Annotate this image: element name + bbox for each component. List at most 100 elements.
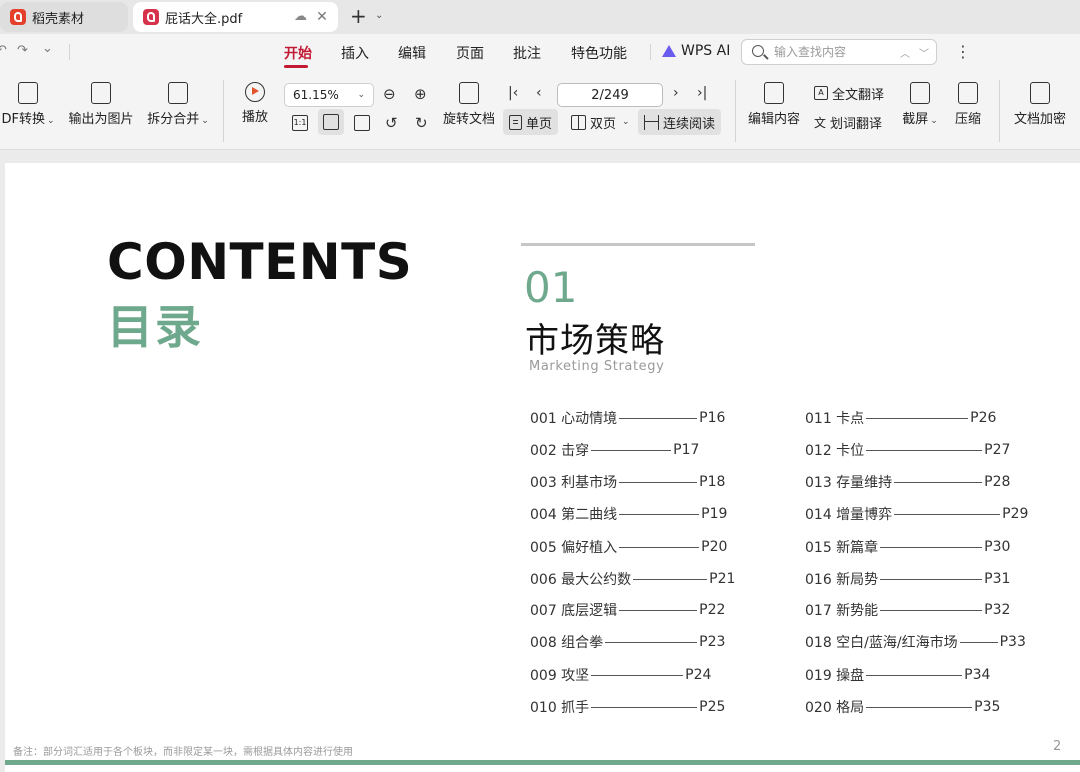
section-english-title: Marketing Strategy bbox=[529, 359, 665, 374]
toc-row[interactable]: 019 操盘 P34 bbox=[805, 665, 990, 685]
toc-row[interactable]: 017 新势能 P32 bbox=[805, 600, 1010, 620]
edit-content-button[interactable]: 编辑内容 bbox=[744, 82, 804, 127]
search-box[interactable]: ︿ ﹀ bbox=[741, 39, 937, 65]
continuous-reading-button[interactable]: 连续阅读 bbox=[638, 109, 722, 135]
toc-row[interactable]: 008 组合拳 P23 bbox=[530, 632, 725, 652]
toc-row[interactable]: 010 抓手 P25 bbox=[530, 697, 725, 717]
toc-row[interactable]: 001 心动情境 P16 bbox=[530, 408, 725, 428]
rotate-document-icon bbox=[459, 82, 479, 104]
quick-access-caret-icon[interactable]: ⌄ bbox=[42, 41, 53, 56]
toc-leader-line bbox=[880, 546, 983, 548]
toc-row[interactable]: 011 卡点 P26 bbox=[805, 408, 996, 428]
screenshot-button[interactable]: 截屏 ⌄ bbox=[899, 82, 941, 127]
toc-entry-label: 018 空白/蓝海/红海市场 bbox=[805, 635, 958, 651]
rotate-left-icon[interactable]: ↺ bbox=[385, 114, 398, 132]
fit-width-icon[interactable] bbox=[354, 115, 370, 131]
compress-button[interactable]: 压缩 bbox=[950, 82, 986, 127]
toc-page-ref: P19 bbox=[701, 506, 728, 522]
single-page-button[interactable]: 单页 bbox=[503, 109, 559, 135]
close-tab-icon[interactable]: ✕ bbox=[314, 8, 330, 26]
chevron-down-icon[interactable]: ⌄ bbox=[375, 10, 383, 21]
zoom-select[interactable]: 61.15% ⌄ bbox=[284, 83, 374, 107]
toc-row[interactable]: 015 新篇章 P30 bbox=[805, 537, 1010, 557]
split-merge-button[interactable]: 拆分合并 ⌄ bbox=[144, 82, 212, 127]
divider bbox=[999, 80, 1000, 142]
toc-row[interactable]: 012 卡位 P27 bbox=[805, 440, 1010, 460]
toc-row[interactable]: 003 利基市场 P18 bbox=[530, 472, 725, 492]
tab-pdf-document[interactable]: 屁话大全.pdf ☁ ✕ bbox=[133, 2, 338, 32]
previous-page-icon[interactable]: ‹ bbox=[536, 85, 542, 101]
toc-row[interactable]: 006 最大公约数 P21 bbox=[530, 569, 735, 589]
translate-icon: A bbox=[814, 86, 828, 100]
toc-leader-line bbox=[591, 449, 672, 451]
more-options-icon[interactable]: ⋮ bbox=[955, 42, 971, 61]
toc-leader-line bbox=[866, 417, 969, 419]
toc-row[interactable]: 016 新局势 P31 bbox=[805, 569, 1010, 589]
wps-ai-button[interactable]: WPS AI bbox=[662, 43, 730, 59]
toc-row[interactable]: 004 第二曲线 P19 bbox=[530, 504, 727, 524]
ribbon-toolbar: DF转换 ⌄ 输出为图片 拆分合并 ⌄ 播放 61.15% ⌄ ⊖ ⊕ 1:1 ↺ … bbox=[0, 70, 1080, 150]
actual-size-icon[interactable]: 1:1 bbox=[292, 115, 308, 131]
menu-features[interactable]: 特色功能 bbox=[571, 43, 627, 63]
fit-page-icon bbox=[323, 114, 339, 130]
toc-page-ref: P30 bbox=[984, 539, 1011, 555]
toc-row[interactable]: 007 底层逻辑 P22 bbox=[530, 600, 725, 620]
rotate-right-icon[interactable]: ↻ bbox=[415, 114, 428, 132]
menu-insert[interactable]: 插入 bbox=[341, 43, 369, 63]
chevron-down-icon[interactable]: ﹀ bbox=[919, 45, 929, 60]
export-image-button[interactable]: 输出为图片 bbox=[66, 82, 136, 127]
document-page: CONTENTS 目录 01 市场策略 Marketing Strategy 0… bbox=[5, 163, 1080, 772]
pdf-convert-button[interactable]: DF转换 ⌄ bbox=[0, 82, 58, 127]
toc-row[interactable]: 020 格局 P35 bbox=[805, 697, 1000, 717]
chevron-up-icon[interactable]: ︿ bbox=[900, 45, 910, 60]
toc-row[interactable]: 013 存量维持 P28 bbox=[805, 472, 1010, 492]
section-number: 01 bbox=[524, 263, 578, 312]
menu-edit[interactable]: 编辑 bbox=[398, 43, 426, 63]
tab-title: 稻壳素材 bbox=[32, 11, 85, 27]
word-translate-button[interactable]: 文 划词翻译 bbox=[808, 109, 888, 135]
toc-entry-label: 004 第二曲线 bbox=[530, 507, 618, 523]
fit-page-button[interactable] bbox=[318, 109, 344, 135]
menu-page[interactable]: 页面 bbox=[456, 43, 484, 63]
toc-page-ref: P16 bbox=[699, 410, 726, 426]
full-translate-button[interactable]: A 全文翻译 bbox=[808, 80, 890, 106]
search-input[interactable] bbox=[774, 43, 894, 61]
toc-page-ref: P21 bbox=[709, 571, 736, 587]
redo-icon[interactable]: ↷ bbox=[17, 43, 28, 58]
toc-row[interactable]: 005 偏好植入 P20 bbox=[530, 537, 727, 557]
undo-icon[interactable]: ↶ bbox=[0, 43, 7, 58]
zoom-in-icon[interactable]: ⊕ bbox=[414, 85, 427, 103]
chevron-down-icon: ⌄ bbox=[622, 117, 630, 127]
cloud-icon[interactable]: ☁ bbox=[294, 10, 308, 24]
lock-document-icon bbox=[1030, 82, 1050, 104]
encrypt-document-button[interactable]: 文档加密 bbox=[1010, 82, 1070, 127]
document-canvas[interactable]: CONTENTS 目录 01 市场策略 Marketing Strategy 0… bbox=[0, 151, 1080, 772]
zoom-out-icon[interactable]: ⊖ bbox=[383, 85, 396, 103]
menu-comment[interactable]: 批注 bbox=[513, 43, 541, 63]
toc-row[interactable]: 014 增量博弈 P29 bbox=[805, 504, 1028, 524]
rotate-document-button[interactable]: 旋转文档 bbox=[440, 82, 498, 127]
toc-entry-label: 009 攻坚 bbox=[530, 668, 590, 684]
play-button[interactable]: 播放 bbox=[234, 82, 276, 125]
edit-content-icon bbox=[764, 82, 784, 104]
next-page-icon[interactable]: › bbox=[673, 85, 679, 101]
toc-entry-label: 017 新势能 bbox=[805, 603, 879, 619]
toc-row[interactable]: 009 攻坚 P24 bbox=[530, 665, 711, 685]
last-page-icon[interactable]: ›| bbox=[697, 85, 707, 101]
menu-home[interactable]: 开始 bbox=[284, 43, 312, 63]
section-rule bbox=[521, 243, 755, 246]
footnote: 备注：部分词汇适用于各个板块，而非限定某一块，需根据具体内容进行使用 bbox=[13, 747, 353, 758]
search-icon bbox=[752, 45, 764, 57]
double-page-button[interactable]: 双页 ⌄ bbox=[565, 109, 636, 135]
toc-row[interactable]: 018 空白/蓝海/红海市场 P33 bbox=[805, 632, 1026, 652]
contents-subheading: 目录 bbox=[107, 300, 203, 354]
tab-docer[interactable]: 稻壳素材 bbox=[0, 2, 128, 32]
toc-entry-label: 012 卡位 bbox=[805, 443, 865, 459]
first-page-icon[interactable]: |‹ bbox=[508, 85, 518, 101]
toc-row[interactable]: 002 击穿 P17 bbox=[530, 440, 699, 460]
page-number-input[interactable] bbox=[557, 83, 663, 107]
new-tab-icon[interactable]: + bbox=[350, 5, 367, 27]
toc-page-ref: P31 bbox=[984, 571, 1011, 587]
compress-icon bbox=[958, 82, 978, 104]
full-translate-label: 全文翻译 bbox=[832, 87, 885, 103]
